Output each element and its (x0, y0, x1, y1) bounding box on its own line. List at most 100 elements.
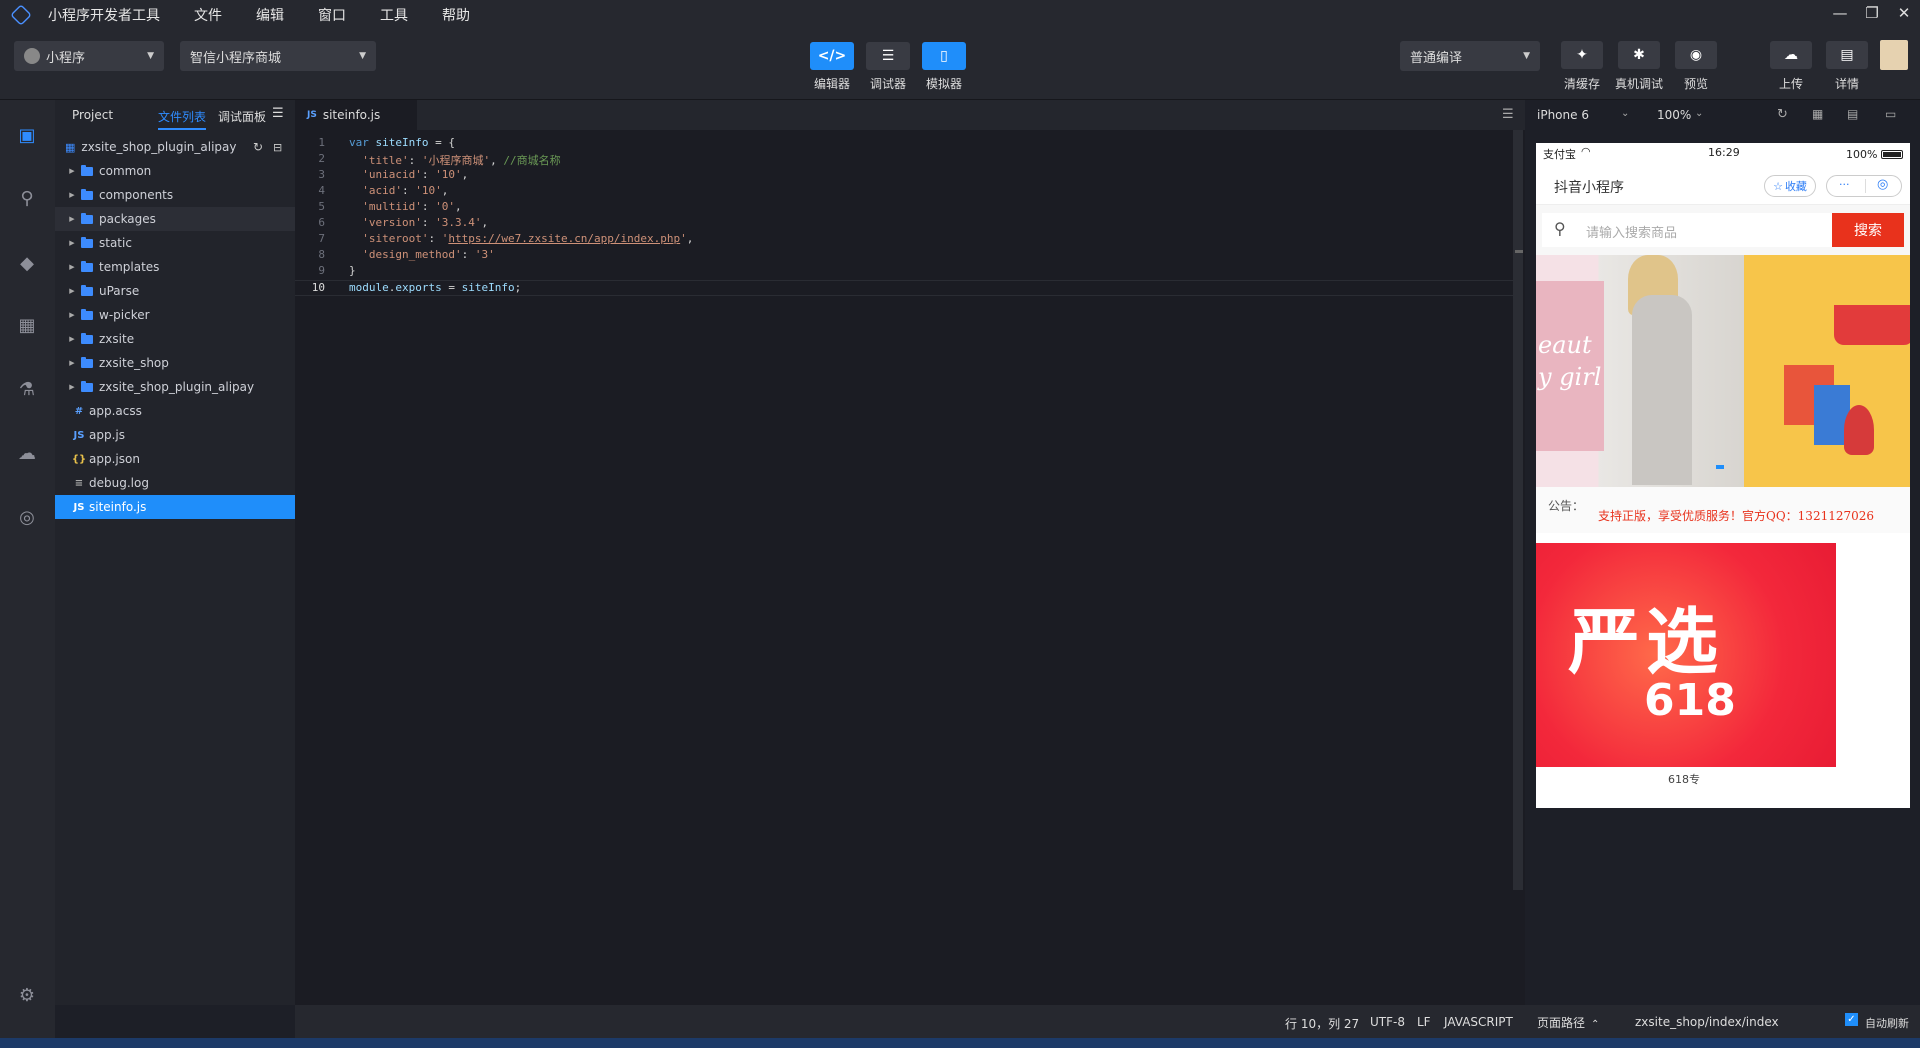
app-type-dropdown[interactable]: 小程序 ▼ (14, 41, 164, 71)
device-icon[interactable]: ▤ (1847, 107, 1858, 121)
more-icon: ··· (1839, 178, 1850, 191)
notice-label: 公告： (1548, 499, 1585, 513)
editor-tab-bar: JS siteinfo.js ☰ (295, 100, 1525, 130)
preview-button[interactable]: ◉ (1675, 41, 1717, 69)
editor-tab[interactable]: JS siteinfo.js (295, 100, 417, 130)
phone-screen[interactable]: 支付宝 ◠ 16:29 100% 抖音小程序 ☆ 收藏 ··· ◎ ⚲ 请输入搜索商… (1536, 143, 1910, 808)
device-select[interactable]: iPhone 6 ⌄ (1537, 108, 1629, 122)
device-debug-button[interactable]: ✱ (1618, 41, 1660, 69)
capsule-menu[interactable]: ··· ◎ (1826, 175, 1902, 197)
file-explorer-icon[interactable]: ▣ (14, 122, 40, 148)
tree-folder[interactable]: ▶ zxsite_shop_plugin_alipay (55, 375, 295, 399)
menu-tools[interactable]: 工具 (380, 5, 408, 25)
tree-folder[interactable]: ▶ w-picker (55, 303, 295, 327)
editor-scrollbar[interactable] (1513, 130, 1523, 890)
cursor-position[interactable]: 行 10，列 27 (1285, 1015, 1359, 1032)
settings-gear-icon[interactable]: ⚙ (14, 982, 40, 1008)
details-button[interactable]: ▤ (1826, 41, 1868, 69)
tree-folder[interactable]: ▶ zxsite_shop (55, 351, 295, 375)
banner-image-fashion: eauty girl (1536, 255, 1744, 487)
search-button[interactable]: 搜索 (1832, 213, 1904, 247)
clear-cache-label: 清缓存 (1563, 77, 1600, 91)
tree-folder[interactable]: ▶ packages (55, 207, 295, 231)
folder-icon (81, 164, 93, 176)
favorite-button[interactable]: ☆ 收藏 (1764, 175, 1816, 197)
folder-label: packages (99, 212, 156, 226)
cloud-icon[interactable]: ☁ (14, 440, 40, 466)
clear-cache-button[interactable]: ✦ (1561, 41, 1603, 69)
minimize-button[interactable]: — (1828, 4, 1852, 22)
compile-mode-label: 普通编译 (1410, 50, 1463, 66)
close-button[interactable]: ✕ (1892, 4, 1916, 22)
tree-folder[interactable]: ▶ uParse (55, 279, 295, 303)
menu-icon[interactable]: ☰ (272, 106, 284, 121)
promo-banner[interactable]: 严选 618 (1536, 543, 1836, 767)
project-root-icon: ▦ (65, 140, 76, 154)
folder-icon (81, 212, 93, 224)
menu-edit[interactable]: 编辑 (256, 5, 284, 25)
tree-root[interactable]: ▦ zxsite_shop_plugin_alipay ↻ ⊟ (55, 135, 295, 159)
promo-caption: 618专 (1668, 773, 1700, 786)
folder-icon (81, 356, 93, 368)
window-icon[interactable]: ▭ (1885, 107, 1896, 121)
zoom-select[interactable]: 100% ⌄ (1657, 108, 1703, 122)
flask-icon[interactable]: ⚗ (14, 376, 40, 402)
encoding[interactable]: UTF-8 (1370, 1015, 1405, 1029)
debugger-mode-label: 调试器 (869, 77, 906, 91)
user-avatar[interactable] (1880, 40, 1908, 70)
menu-help[interactable]: 帮助 (442, 5, 470, 25)
page-path-toggle[interactable]: 页面路径 ⌃ (1537, 1014, 1599, 1031)
editor-mode-button[interactable]: </> (810, 42, 854, 70)
sliders-icon: ☰ (881, 48, 895, 64)
tree-file[interactable]: # app.acss (55, 399, 295, 423)
code-area[interactable]: 1 var siteInfo = { 2 'title': '小程序商城', //… (295, 136, 1515, 316)
folder-label: static (99, 236, 132, 250)
tree-file[interactable]: {} app.json (55, 447, 295, 471)
upload-button[interactable]: ☁ (1770, 41, 1812, 69)
folder-label: zxsite_shop (99, 356, 169, 370)
debugger-mode-button[interactable]: ☰ (866, 42, 910, 70)
search-input[interactable]: ⚲ 请输入搜索商品 (1542, 213, 1832, 247)
eol[interactable]: LF (1417, 1015, 1431, 1029)
page-path[interactable]: zxsite_shop/index/index (1635, 1015, 1779, 1029)
search-icon[interactable]: ⚲ (14, 185, 40, 211)
tree-folder[interactable]: ▶ static (55, 231, 295, 255)
tab-debug-panel[interactable]: 调试面板 (218, 108, 266, 125)
tab-project[interactable]: Project (72, 108, 113, 122)
folder-label: zxsite_shop_plugin_alipay (99, 380, 255, 394)
device-debug-label: 真机调试 (1614, 77, 1663, 91)
grid-icon[interactable]: ▦ (1812, 107, 1823, 121)
tree-folder[interactable]: ▶ zxsite (55, 327, 295, 351)
os-taskbar (0, 1038, 1920, 1048)
refresh-icon[interactable]: ↻ (1777, 107, 1788, 122)
restore-button[interactable]: ❐ (1860, 4, 1884, 22)
tree-file[interactable]: ≡ debug.log (55, 471, 295, 495)
tree-folder[interactable]: ▶ components (55, 183, 295, 207)
tree-file-selected[interactable]: JS siteinfo.js (55, 495, 295, 519)
language-mode[interactable]: JAVASCRIPT (1444, 1015, 1513, 1029)
git-icon[interactable]: ◆ (14, 250, 40, 276)
tree-folder[interactable]: ▶ common (55, 159, 295, 183)
tree-file[interactable]: JS app.js (55, 423, 295, 447)
zoom-label: 100% (1657, 108, 1692, 122)
outline-icon[interactable]: ☰ (1502, 107, 1514, 122)
folder-icon (81, 236, 93, 248)
auto-refresh-checkbox[interactable]: ✓ (1845, 1013, 1858, 1026)
js-file-icon: JS (73, 429, 85, 441)
menu-window[interactable]: 窗口 (318, 5, 346, 25)
collapse-all-icon[interactable]: ⊟ (273, 141, 282, 154)
banner-carousel[interactable]: eauty girl (1536, 255, 1910, 487)
code-icon: </> (817, 48, 847, 64)
chevron-down-icon: ▼ (1523, 51, 1530, 61)
project-dropdown[interactable]: 智信小程序商城 ▼ (180, 41, 376, 71)
simulator-mode-button[interactable]: ▯ (922, 42, 966, 70)
code-editor[interactable]: JS siteinfo.js ☰ 1 var siteInfo = { 2 'ti… (295, 100, 1525, 1005)
refresh-icon[interactable]: ↻ (253, 140, 263, 154)
menu-file[interactable]: 文件 (194, 5, 222, 25)
support-icon[interactable]: ◎ (14, 504, 40, 530)
tab-file-list[interactable]: 文件列表 (158, 108, 207, 130)
package-icon[interactable]: ▦ (14, 312, 40, 338)
tree-folder[interactable]: ▶ templates (55, 255, 295, 279)
eye-icon: ◉ (1689, 47, 1703, 63)
compile-mode-dropdown[interactable]: 普通编译 ▼ (1400, 41, 1540, 71)
